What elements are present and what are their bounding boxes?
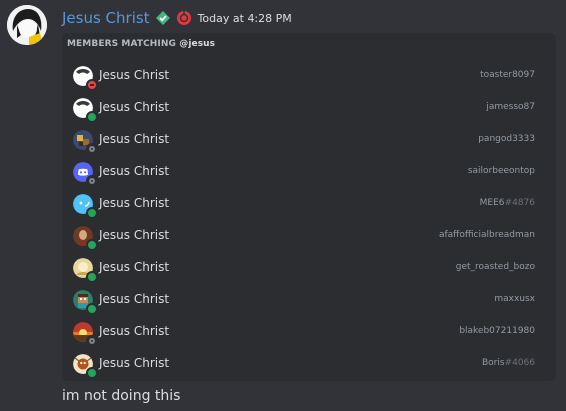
embed-query: @jesus	[179, 39, 216, 49]
status-offline-icon	[86, 175, 98, 187]
members-embed: MEMBERS MATCHING @jesus Jesus Christ toas…	[62, 33, 556, 381]
member-username: pangod3333	[478, 134, 535, 144]
status-offline-icon	[86, 335, 98, 347]
member-row[interactable]: Jesus Christ get_roasted_bozo	[62, 252, 556, 284]
member-username: MEE6#4876	[480, 198, 535, 208]
message-text: im not doing this	[62, 388, 181, 404]
member-username: afaffofficialbreadman	[439, 230, 535, 240]
member-username: jamesso87	[486, 102, 535, 112]
member-display-name: Jesus Christ	[99, 324, 170, 338]
member-row[interactable]: Jesus Christ jamesso87	[62, 92, 556, 124]
member-row[interactable]: Jesus Christ Boris#4066	[62, 348, 556, 380]
member-row[interactable]: Jesus Christ afaffofficialbreadman	[62, 220, 556, 252]
member-display-name: Jesus Christ	[99, 100, 170, 114]
member-username: blakeb07211980	[459, 326, 535, 336]
message-header: Jesus Christ Today at 4:28 PM	[62, 6, 292, 30]
member-row[interactable]: Jesus Christ blakeb07211980	[62, 316, 556, 348]
author-username[interactable]: Jesus Christ	[62, 9, 150, 27]
status-offline-icon	[86, 143, 98, 155]
member-username: get_roasted_bozo	[456, 262, 535, 272]
member-username: Boris#4066	[482, 358, 535, 368]
embed-title-prefix: MEMBERS MATCHING	[67, 39, 176, 49]
member-discriminator: #4066	[504, 358, 535, 368]
member-handle: afaffofficialbreadman	[438, 230, 535, 240]
member-row[interactable]: Jesus Christ sailorbeeontop	[62, 156, 556, 188]
member-display-name: Jesus Christ	[99, 164, 170, 178]
status-online-icon	[86, 239, 98, 251]
member-discriminator: #4876	[504, 198, 535, 208]
member-handle: pangod3333	[478, 134, 535, 144]
member-handle: toaster8097	[480, 70, 535, 80]
status-online-icon	[86, 111, 98, 123]
status-dnd-icon	[86, 79, 98, 91]
member-display-name: Jesus Christ	[99, 260, 170, 274]
message-timestamp: Today at 4:28 PM	[197, 11, 292, 25]
chat-message: Jesus Christ Today at 4:28 PM MEMBERS MA…	[0, 0, 566, 411]
member-handle: jamesso87	[486, 102, 535, 112]
anime-avatar-icon	[7, 5, 47, 45]
member-display-name: Jesus Christ	[99, 196, 170, 210]
member-list: Jesus Christ toaster8097 Jesus Christ james…	[62, 60, 556, 380]
status-online-icon	[86, 207, 98, 219]
member-username: maxxusx	[494, 294, 535, 304]
member-row[interactable]: Jesus Christ pangod3333	[62, 124, 556, 156]
status-online-icon	[86, 271, 98, 283]
member-display-name: Jesus Christ	[99, 228, 170, 242]
embed-title: MEMBERS MATCHING @jesus	[67, 39, 215, 49]
member-display-name: Jesus Christ	[99, 356, 170, 370]
member-display-name: Jesus Christ	[99, 292, 170, 306]
member-handle: get_roasted_bozo	[455, 262, 535, 272]
member-display-name: Jesus Christ	[99, 68, 170, 82]
member-handle: blakeb07211980	[459, 326, 535, 336]
status-online-icon	[86, 303, 98, 315]
member-row[interactable]: Jesus Christ MEE6#4876	[62, 188, 556, 220]
member-handle: maxxusx	[494, 294, 535, 304]
member-handle: MEE6	[479, 198, 505, 208]
verified-badge-icon[interactable]	[155, 10, 171, 26]
status-online-icon	[86, 367, 98, 379]
author-avatar[interactable]	[7, 5, 47, 45]
member-handle: Boris	[481, 358, 505, 368]
member-username: toaster8097	[480, 70, 535, 80]
member-display-name: Jesus Christ	[99, 132, 170, 146]
member-row[interactable]: Jesus Christ maxxusx	[62, 284, 556, 316]
server-badge-icon[interactable]	[176, 10, 192, 26]
member-handle: sailorbeeontop	[467, 166, 535, 176]
member-row[interactable]: Jesus Christ toaster8097	[62, 60, 556, 92]
member-username: sailorbeeontop	[468, 166, 535, 176]
